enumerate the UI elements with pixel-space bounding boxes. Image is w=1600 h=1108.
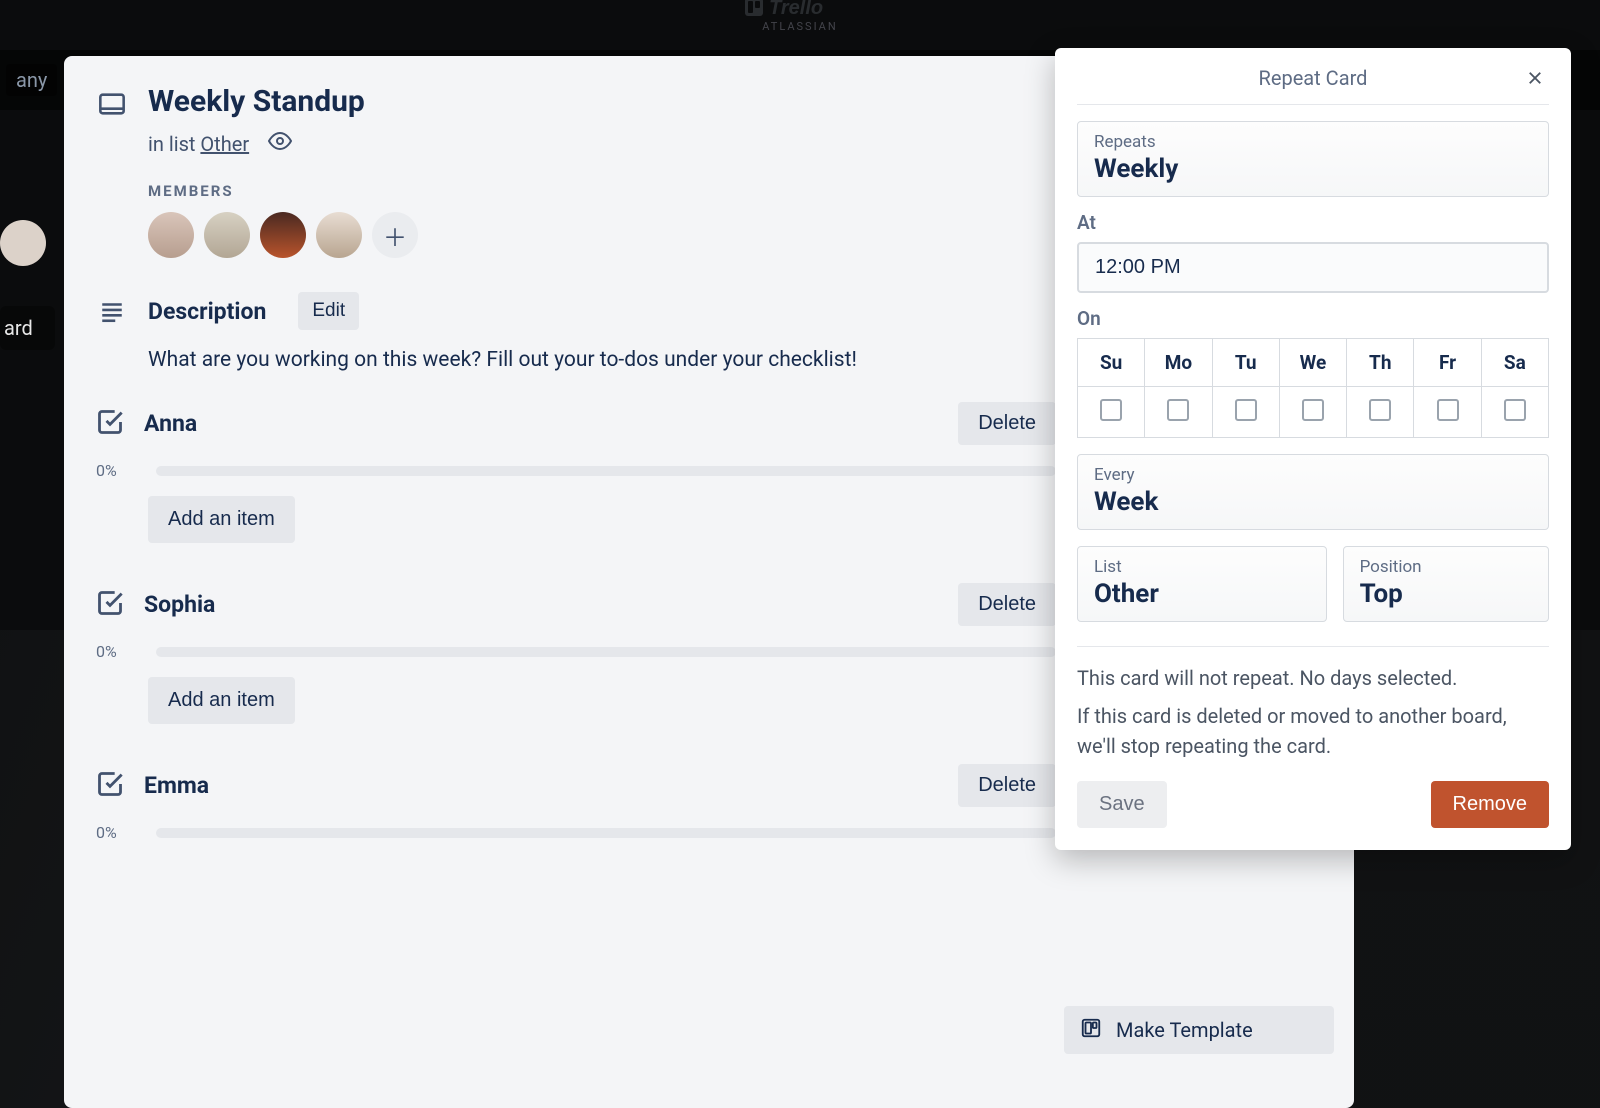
day-header: Fr [1414, 339, 1481, 387]
progress-bar [156, 466, 1056, 476]
on-label: On [1077, 307, 1549, 330]
day-header: Sa [1481, 339, 1548, 387]
description-heading: Description [148, 298, 266, 325]
day-checkbox-mo[interactable] [1167, 399, 1189, 421]
repeat-card-popover: Repeat Card Repeats Weekly At On Su Mo T… [1055, 48, 1571, 850]
delete-checklist-button[interactable]: Delete [958, 764, 1056, 807]
list-value: Other [1094, 579, 1310, 609]
checklist-icon [96, 770, 124, 802]
checklist-icon [96, 589, 124, 621]
repeat-warning-2: If this card is deleted or moved to anot… [1077, 701, 1549, 761]
remove-button[interactable]: Remove [1431, 781, 1549, 828]
day-checkbox-sa[interactable] [1504, 399, 1526, 421]
add-item-button[interactable]: Add an item [148, 677, 295, 724]
day-header: Th [1347, 339, 1414, 387]
save-button[interactable]: Save [1077, 781, 1167, 828]
list-field[interactable]: List Other [1077, 546, 1327, 622]
at-label: At [1077, 211, 1549, 234]
add-item-button[interactable]: Add an item [148, 496, 295, 543]
day-header: Mo [1145, 339, 1212, 387]
progress-percent: 0% [96, 642, 138, 661]
card-title: Weekly Standup [148, 84, 365, 119]
day-checkbox-su[interactable] [1100, 399, 1122, 421]
every-field[interactable]: Every Week [1077, 454, 1549, 530]
day-checkbox-we[interactable] [1302, 399, 1324, 421]
day-header: We [1279, 339, 1346, 387]
checklist-name[interactable]: Emma [144, 772, 938, 799]
brand-logo: Trello ATLASSIAN [745, 0, 855, 33]
repeats-value: Weekly [1094, 154, 1532, 184]
member-avatar[interactable] [260, 212, 306, 258]
popover-title: Repeat Card [1259, 66, 1368, 90]
every-label: Every [1094, 465, 1532, 485]
checklist-name[interactable]: Anna [144, 410, 938, 437]
repeats-label: Repeats [1094, 132, 1532, 152]
brand-subname: ATLASSIAN [762, 20, 837, 33]
checklist-icon [96, 408, 124, 440]
position-field[interactable]: Position Top [1343, 546, 1549, 622]
member-avatar[interactable] [148, 212, 194, 258]
make-template-label: Make Template [1116, 1018, 1253, 1042]
top-bar: Trello ATLASSIAN [0, 0, 1600, 48]
days-table: Su Mo Tu We Th Fr Sa [1077, 338, 1549, 438]
progress-percent: 0% [96, 461, 138, 480]
every-value: Week [1094, 487, 1532, 517]
member-avatar[interactable] [316, 212, 362, 258]
checklist: Sophia Delete 0% Add an item [96, 583, 1056, 724]
breadcrumb-fragment: any [6, 64, 57, 96]
edit-description-button[interactable]: Edit [298, 292, 359, 330]
add-member-button[interactable]: ＋ [372, 212, 418, 258]
position-value: Top [1360, 579, 1532, 609]
repeat-warning-1: This card will not repeat. No days selec… [1077, 663, 1549, 693]
card-fragment: ard [0, 306, 55, 350]
checklist-name[interactable]: Sophia [144, 591, 938, 618]
checklist: Emma Delete 0% [96, 764, 1056, 842]
time-input[interactable] [1077, 242, 1549, 293]
delete-checklist-button[interactable]: Delete [958, 583, 1056, 626]
card-subtitle: in list Other [148, 129, 365, 158]
side-avatar [0, 220, 46, 266]
svg-text:Trello: Trello [769, 0, 823, 19]
progress-bar [156, 828, 1056, 838]
day-checkbox-th[interactable] [1369, 399, 1391, 421]
progress-percent: 0% [96, 823, 138, 842]
description-body[interactable]: What are you working on this week? Fill … [148, 348, 1056, 372]
watch-icon[interactable] [268, 134, 292, 158]
in-list-link[interactable]: Other [200, 132, 249, 156]
description-icon [96, 298, 128, 324]
card-icon [96, 88, 128, 120]
position-label: Position [1360, 557, 1532, 577]
list-label: List [1094, 557, 1310, 577]
divider [1077, 646, 1549, 647]
repeats-field[interactable]: Repeats Weekly [1077, 121, 1549, 197]
make-template-button[interactable]: Make Template [1064, 1006, 1334, 1054]
day-checkbox-tu[interactable] [1235, 399, 1257, 421]
close-icon[interactable] [1521, 64, 1549, 92]
in-list-prefix: in list [148, 132, 200, 156]
day-header: Tu [1212, 339, 1279, 387]
template-icon [1080, 1017, 1102, 1044]
delete-checklist-button[interactable]: Delete [958, 402, 1056, 445]
day-header: Su [1078, 339, 1145, 387]
day-checkbox-fr[interactable] [1437, 399, 1459, 421]
member-avatar[interactable] [204, 212, 250, 258]
checklist: Anna Delete 0% Add an item [96, 402, 1056, 543]
progress-bar [156, 647, 1056, 657]
